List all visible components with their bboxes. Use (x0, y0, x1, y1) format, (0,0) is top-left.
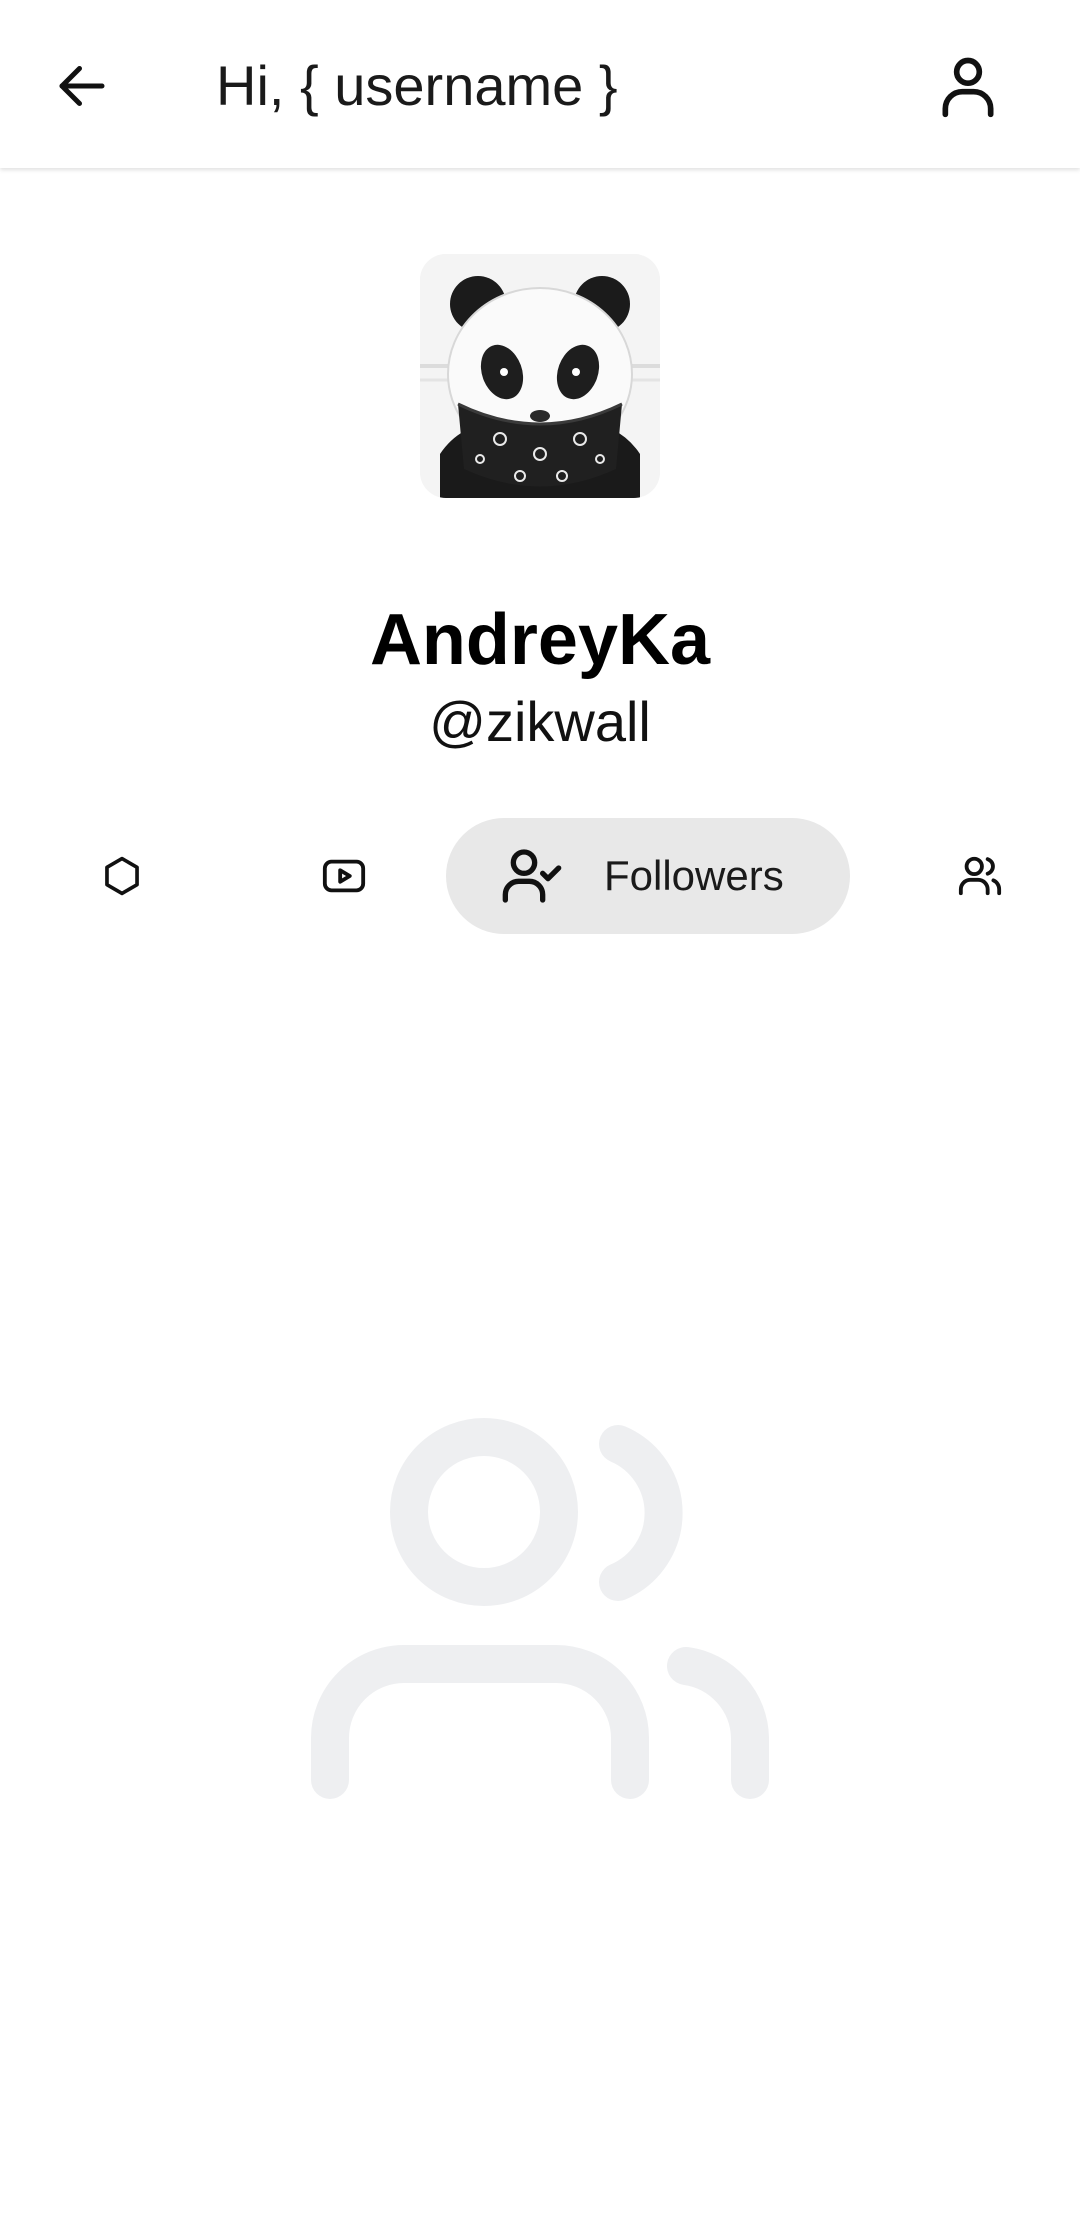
tab-posts[interactable] (62, 818, 182, 934)
account-icon (942, 57, 994, 118)
panda-avatar (420, 254, 660, 498)
page-title: Hi, { username } (216, 54, 618, 117)
arrow-left-icon (59, 66, 105, 106)
account-button[interactable] (926, 44, 1010, 128)
back-button[interactable] (40, 44, 124, 128)
user-check-icon (502, 849, 562, 903)
tab-followers-label: Followers (604, 852, 784, 899)
display-name: AndreyKa (369, 600, 711, 680)
empty-state (310, 1418, 770, 1802)
avatar[interactable] (420, 254, 660, 498)
users-icon (958, 856, 1002, 896)
tab-videos[interactable] (284, 818, 404, 934)
tab-following[interactable] (920, 818, 1040, 934)
username-handle: @zikwall (429, 690, 651, 753)
video-play-icon (322, 859, 366, 893)
app-bar: Hi, { username } (0, 0, 1080, 168)
tab-followers[interactable]: Followers (446, 818, 850, 934)
users-icon (311, 1418, 769, 1799)
hexagon-icon (105, 856, 139, 896)
